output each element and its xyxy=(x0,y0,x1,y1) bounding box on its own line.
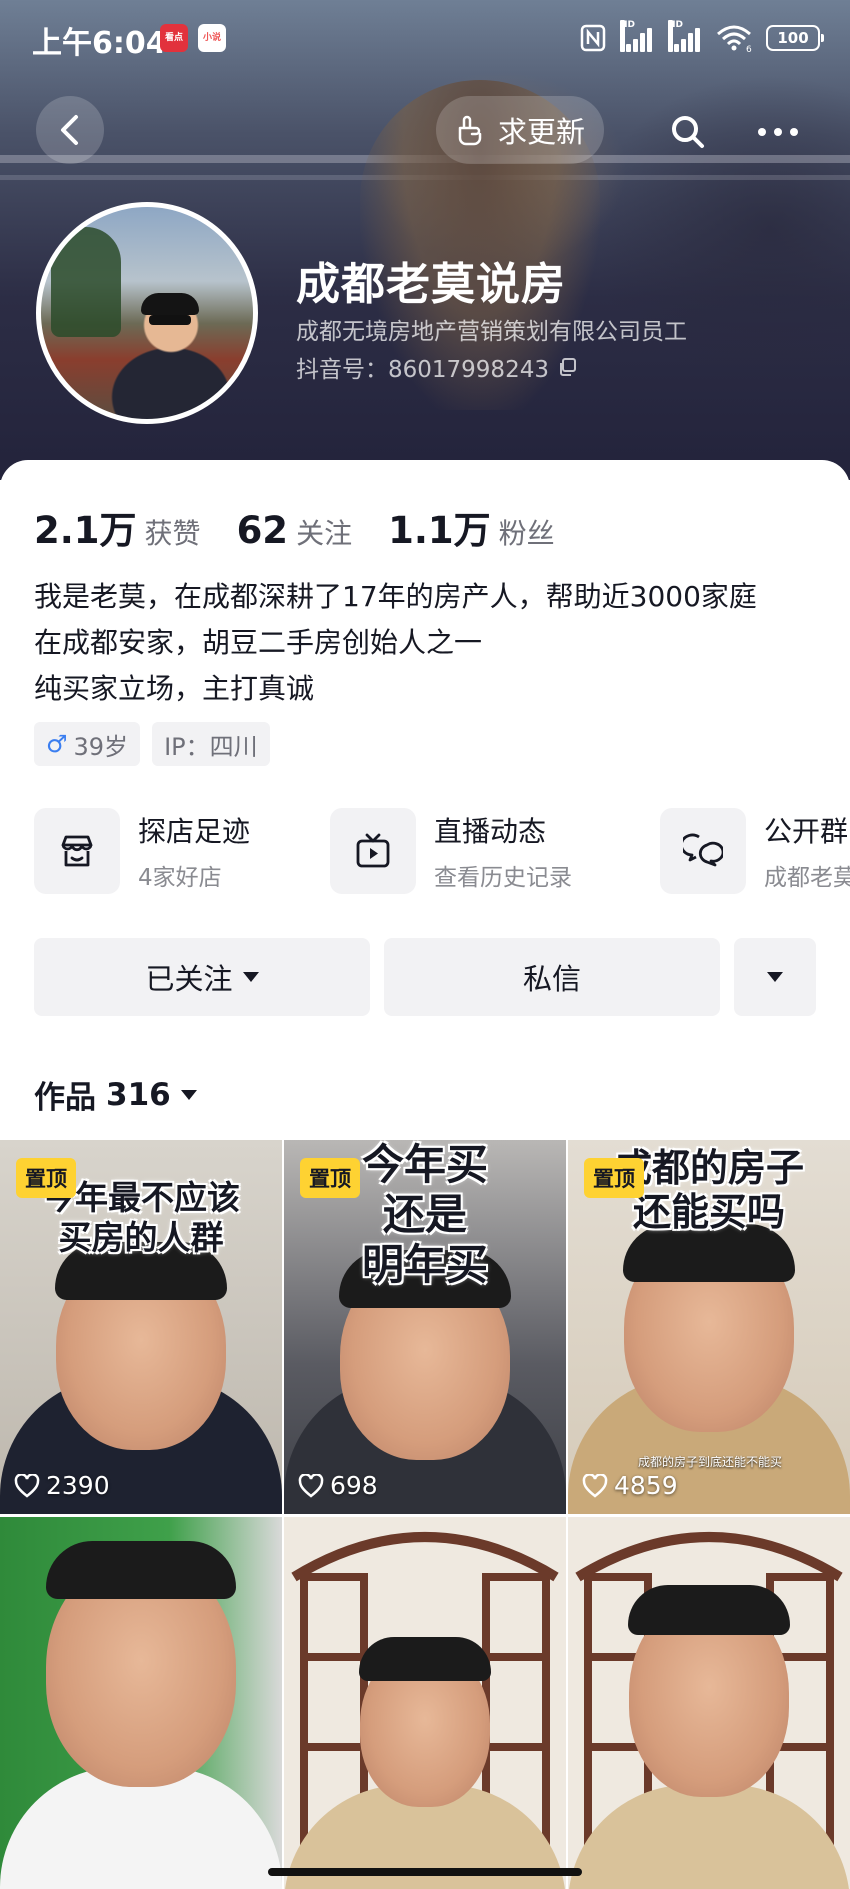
age-text: 39岁 xyxy=(73,732,129,761)
profile-info-panel: 2.1万 获赞 62 关注 1.1万 粉丝 我是老莫，在成都深耕了17年的房产人… xyxy=(0,460,850,1140)
like-count: 4859 xyxy=(614,1471,678,1500)
tv-icon xyxy=(356,833,390,868)
profile-banner: 上午6:04 看点 小说 HD HD 6 100 求更新 成都老莫说房 成都无境… xyxy=(0,0,850,480)
request-update-label: 求更新 xyxy=(498,115,586,149)
shortcut-subtitle: 4家好店 xyxy=(138,865,222,891)
shortcut-title: 探店足迹 xyxy=(138,815,251,848)
caret-down-icon xyxy=(242,972,259,982)
video-tile[interactable]: 今年买 还是 明年买 置顶 698 xyxy=(284,1140,566,1514)
age-tag: ♂ 39岁 xyxy=(34,722,141,766)
pinned-badge: 置顶 xyxy=(584,1158,644,1198)
search-icon[interactable] xyxy=(668,112,708,152)
status-time: 上午6:04 xyxy=(32,26,167,61)
avatar[interactable] xyxy=(36,202,258,424)
stat-followers-label: 粉丝 xyxy=(498,517,555,550)
stat-likes-label: 获赞 xyxy=(144,517,201,550)
stat-following-label: 关注 xyxy=(296,517,353,550)
stat-likes: 2.1万 获赞 xyxy=(34,500,201,554)
stat-following[interactable]: 62 关注 xyxy=(237,509,353,552)
heart-icon xyxy=(582,1473,608,1498)
bio-line: 纯买家立场，主打真诚 xyxy=(34,672,315,705)
hand-point-icon xyxy=(458,115,482,146)
cell-signal-icon-2: HD xyxy=(668,20,702,52)
stat-followers-value: 1.1万 xyxy=(388,509,491,552)
pinned-badge: 置顶 xyxy=(16,1158,76,1198)
wifi-icon: 6 xyxy=(717,25,752,52)
status-bar: 上午6:04 看点 小说 HD HD 6 100 xyxy=(0,0,850,76)
stat-likes-value: 2.1万 xyxy=(34,509,137,552)
notification-app-icon: 看点 xyxy=(160,24,188,52)
shortcut-subtitle: 查看历史记录 xyxy=(434,865,572,891)
profile-shortcuts: 探店足迹 4家好店 直播动态 查看历史记录 公开群 成都老莫 xyxy=(34,808,850,898)
heart-icon xyxy=(14,1473,40,1498)
works-label: 作品 xyxy=(34,1080,96,1116)
request-update-button[interactable]: 求更新 xyxy=(436,96,604,164)
shortcut-subtitle: 成都老莫 xyxy=(764,865,850,891)
video-tile[interactable]: 成都的房子 还能买吗 置顶 成都的房子到底还能不能买 4859 xyxy=(568,1140,850,1514)
video-likes: 698 xyxy=(298,1471,378,1500)
profile-stats: 2.1万 获赞 62 关注 1.1万 粉丝 xyxy=(34,500,591,554)
notification-app-icon-2: 小说 xyxy=(198,24,226,52)
followed-button[interactable]: 已关注 xyxy=(34,938,370,1016)
stat-followers[interactable]: 1.1万 粉丝 xyxy=(388,500,555,554)
shop-icon xyxy=(61,835,93,867)
home-indicator[interactable] xyxy=(268,1868,582,1876)
ip-tag: IP：四川 xyxy=(152,722,270,766)
stat-following-value: 62 xyxy=(236,509,289,552)
video-likes: 2390 xyxy=(14,1471,110,1500)
works-tab[interactable]: 作品 316 xyxy=(34,1072,197,1117)
battery-icon: 100 xyxy=(766,25,824,51)
message-label: 私信 xyxy=(522,962,581,996)
video-caption: 成都的房子到底还能不能买 xyxy=(638,1455,783,1469)
male-icon: ♂ xyxy=(46,730,68,758)
video-tile[interactable] xyxy=(284,1517,566,1889)
status-indicators: HD HD 6 100 xyxy=(580,20,824,54)
recommend-toggle-button[interactable] xyxy=(734,938,816,1016)
profile-company: 成都无境房地产营销策划有限公司员工 xyxy=(296,319,687,345)
svg-text:6: 6 xyxy=(746,45,752,52)
shortcut-live-history[interactable]: 直播动态 查看历史记录 xyxy=(330,808,572,894)
shortcut-title: 直播动态 xyxy=(434,815,547,848)
douyin-id[interactable]: 抖音号：86017998243 xyxy=(296,350,577,384)
video-tile[interactable]: 今年最不应该 买房的人群 置顶 2390 xyxy=(0,1140,282,1514)
like-count: 2390 xyxy=(46,1471,110,1500)
more-options-icon[interactable] xyxy=(758,128,798,136)
video-likes: 4859 xyxy=(582,1471,678,1500)
ip-text: IP：四川 xyxy=(164,732,258,761)
video-grid: 今年最不应该 买房的人群 置顶 2390 今年买 还是 明年买 置顶 698 成… xyxy=(0,1140,850,1889)
caret-down-icon xyxy=(180,1089,197,1100)
followed-label: 已关注 xyxy=(145,962,233,996)
caret-down-icon xyxy=(767,972,783,982)
profile-name: 成都老莫说房 xyxy=(296,259,566,310)
heart-icon xyxy=(298,1473,324,1498)
chat-icon xyxy=(683,833,723,867)
douyin-id-text: 抖音号：86017998243 xyxy=(296,357,549,383)
video-tile[interactable] xyxy=(568,1517,850,1889)
profile-actions: 已关注 私信 xyxy=(34,938,816,1016)
shortcut-title: 公开群 xyxy=(764,815,849,848)
pinned-badge: 置顶 xyxy=(300,1158,360,1198)
shortcut-public-group[interactable]: 公开群 成都老莫 xyxy=(660,808,850,894)
profile-bio: 我是老莫，在成都深耕了17年的房产人，帮助近3000家庭 在成都安家，胡豆二手房… xyxy=(34,574,757,712)
bio-line: 在成都安家，胡豆二手房创始人之一 xyxy=(34,626,483,659)
video-tile[interactable] xyxy=(0,1517,282,1889)
copy-icon[interactable] xyxy=(557,357,577,377)
nfc-icon xyxy=(580,24,606,52)
message-button[interactable]: 私信 xyxy=(384,938,720,1016)
chevron-left-icon xyxy=(61,115,78,145)
shortcut-shop-visits[interactable]: 探店足迹 4家好店 xyxy=(34,808,250,894)
works-count: 316 xyxy=(106,1076,171,1113)
profile-tags: ♂ 39岁 IP：四川 xyxy=(34,722,270,766)
like-count: 698 xyxy=(330,1471,378,1500)
cell-signal-icon: HD xyxy=(620,20,654,52)
bio-line: 我是老莫，在成都深耕了17年的房产人，帮助近3000家庭 xyxy=(34,580,757,613)
back-button[interactable] xyxy=(36,96,104,164)
